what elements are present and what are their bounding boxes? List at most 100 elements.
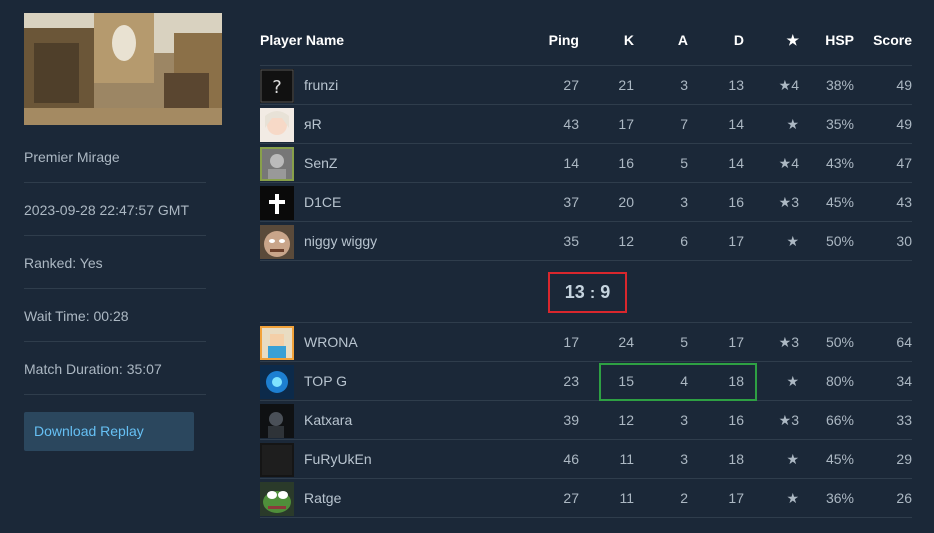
hsp-value: 45% <box>825 194 854 210</box>
divider <box>24 341 206 342</box>
player-name[interactable]: D1CE <box>304 194 341 210</box>
player-name[interactable]: Katxara <box>304 412 352 428</box>
unknown-avatar[interactable]: ? <box>260 69 294 103</box>
player-row[interactable]: WRONA 17 24 5 17 ★3 50% 64 <box>260 323 912 362</box>
greyscale-avatar[interactable] <box>260 147 294 181</box>
player-row[interactable]: Ratge 27 11 2 17 ★ 36% 26 <box>260 479 912 518</box>
svg-text:?: ? <box>272 77 282 98</box>
deaths-value: 14 <box>728 155 744 171</box>
ping-value: 39 <box>563 412 579 428</box>
mvp-value: ★ <box>786 490 799 506</box>
mirage-map-image <box>24 13 222 125</box>
mvp-value: ★3 <box>778 412 799 428</box>
deaths-value: 16 <box>728 194 744 210</box>
hsp-value: 80% <box>825 373 854 389</box>
ping-value: 43 <box>563 116 579 132</box>
player-name[interactable]: FuRyUkEn <box>304 451 372 467</box>
assists-value: 3 <box>680 194 688 210</box>
assists-value: 3 <box>680 412 688 428</box>
mvp-value: ★ <box>786 373 799 389</box>
kills-value: 21 <box>618 77 634 93</box>
download-replay-button[interactable]: Download Replay <box>24 412 194 451</box>
score-value: 29 <box>896 451 912 467</box>
player-row[interactable]: TOP G 23 15 4 18 ★ 80% 34 <box>260 362 912 401</box>
kills-value: 16 <box>618 155 634 171</box>
hsp-value: 45% <box>825 451 854 467</box>
col-ping: Ping <box>548 32 579 48</box>
deaths-value: 17 <box>728 233 744 249</box>
assists-value: 2 <box>680 490 688 506</box>
player-row[interactable]: D1CE 37 20 3 16 ★3 45% 43 <box>260 183 912 222</box>
dark-avatar[interactable] <box>260 443 294 477</box>
mvp-value: ★ <box>786 116 799 132</box>
map-thumbnail <box>24 13 222 125</box>
deaths-value: 13 <box>728 77 744 93</box>
pepe-frog-avatar[interactable] <box>260 482 294 516</box>
player-name[interactable]: TOP G <box>304 373 347 389</box>
player-name[interactable]: яR <box>304 116 322 132</box>
divider <box>24 182 206 183</box>
match-duration: Match Duration: 35:07 <box>24 361 162 377</box>
player-name[interactable]: Ratge <box>304 490 341 506</box>
deaths-value: 16 <box>728 412 744 428</box>
score-value: 26 <box>896 490 912 506</box>
match-score: 13 : 9 <box>548 272 627 313</box>
kills-value: 11 <box>619 451 634 467</box>
score-value: 64 <box>896 334 912 350</box>
score-value: 30 <box>896 233 912 249</box>
dark-figure-avatar[interactable] <box>260 404 294 438</box>
player-row[interactable]: FuRyUkEn 46 11 3 18 ★ 45% 29 <box>260 440 912 479</box>
ping-value: 17 <box>563 334 579 350</box>
player-name[interactable]: frunzi <box>304 77 338 93</box>
mvp-value: ★3 <box>778 194 799 210</box>
scoreboard-header: Player Name Ping K A D ★ HSP Score <box>260 0 912 66</box>
ping-value: 37 <box>563 194 579 210</box>
score-value: 33 <box>896 412 912 428</box>
ping-value: 27 <box>563 490 579 506</box>
hsp-value: 35% <box>825 116 854 132</box>
deaths-value: 17 <box>728 490 744 506</box>
hsp-value: 50% <box>825 334 854 350</box>
assists-value: 5 <box>680 334 688 350</box>
hsp-value: 38% <box>825 77 854 93</box>
assists-value: 3 <box>680 451 688 467</box>
ping-value: 46 <box>563 451 579 467</box>
wait-time: Wait Time: 00:28 <box>24 308 129 324</box>
team-two-score: 9 <box>600 282 611 302</box>
kills-value: 12 <box>618 412 634 428</box>
player-name[interactable]: SenZ <box>304 155 337 171</box>
player-name[interactable]: WRONA <box>304 334 358 350</box>
player-name[interactable]: niggy wiggy <box>304 233 377 249</box>
score-value: 47 <box>896 155 912 171</box>
match-date: 2023-09-28 22:47:57 GMT <box>24 202 189 218</box>
ping-value: 14 <box>563 155 579 171</box>
deaths-value: 18 <box>728 451 744 467</box>
ranked-status: Ranked: Yes <box>24 255 103 271</box>
anime-girl-avatar[interactable] <box>260 108 294 142</box>
blue-neon-avatar[interactable] <box>260 365 294 399</box>
assists-value: 7 <box>680 116 688 132</box>
deaths-value: 17 <box>728 334 744 350</box>
pixel-character-avatar[interactable] <box>260 326 294 360</box>
col-mvp: ★ <box>786 32 799 48</box>
player-row[interactable]: яR 43 17 7 14 ★ 35% 49 <box>260 105 912 144</box>
cross-avatar[interactable] <box>260 186 294 220</box>
divider <box>24 288 206 289</box>
hsp-value: 50% <box>825 233 854 249</box>
player-row[interactable]: Katxara 39 12 3 16 ★3 66% 33 <box>260 401 912 440</box>
player-row[interactable]: SenZ 14 16 5 14 ★4 43% 47 <box>260 144 912 183</box>
mvp-value: ★ <box>786 233 799 249</box>
score-value: 49 <box>896 77 912 93</box>
mvp-value: ★ <box>786 451 799 467</box>
col-hsp: HSP <box>825 32 854 48</box>
score-value: 43 <box>896 194 912 210</box>
ping-value: 35 <box>563 233 579 249</box>
mvp-value: ★4 <box>778 155 799 171</box>
col-kills: K <box>623 32 634 48</box>
player-row[interactable]: niggy wiggy 35 12 6 17 ★ 50% 30 <box>260 222 912 261</box>
cartoon-face-avatar[interactable] <box>260 225 294 259</box>
hsp-value: 66% <box>825 412 854 428</box>
kills-value: 11 <box>619 490 634 506</box>
player-row[interactable]: ? frunzi 27 21 3 13 ★4 38% 49 <box>260 66 912 105</box>
ping-value: 27 <box>563 77 579 93</box>
